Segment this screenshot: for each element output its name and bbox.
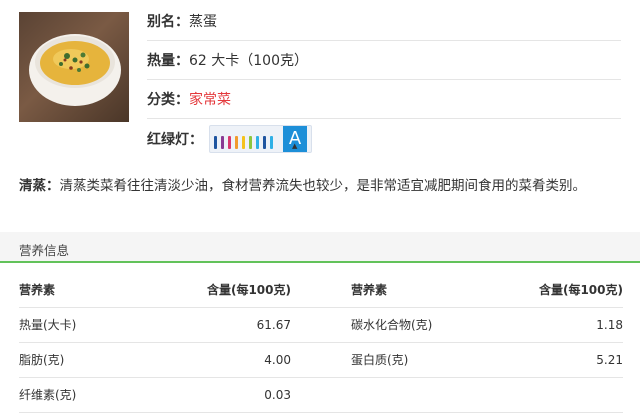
- nutrient-name: 热量(大卡): [19, 307, 159, 343]
- nutrient-name: 纤维素(克): [19, 377, 159, 413]
- traffic-light-row: 红绿灯： ▲ A: [147, 119, 621, 158]
- nutrition-table: 营养素 含量(每100克) 营养素 含量(每100克) 热量(大卡) 61.67…: [19, 272, 623, 413]
- nutrient-value: 61.67: [159, 307, 291, 343]
- table-row: 脂肪(克) 4.00 蛋白质(克) 5.21: [19, 342, 623, 378]
- level-pointer-icon: ▲: [292, 141, 298, 150]
- table-row: 热量(大卡) 61.67 碳水化合物(克) 1.18: [19, 307, 623, 343]
- alias-label: 别名：: [147, 14, 189, 30]
- column-header: 含量(每100克): [491, 272, 623, 308]
- food-photo: [19, 12, 129, 122]
- cooking-method-label: 清蒸：: [19, 178, 60, 194]
- nutrient-value: 1.18: [491, 307, 623, 343]
- traffic-light-bar: [263, 135, 266, 149]
- calorie-row: 热量： 62 大卡（100克）: [147, 41, 621, 80]
- traffic-light-bar: [256, 135, 259, 149]
- category-label: 分类：: [147, 92, 189, 108]
- nutrient-value: [491, 377, 623, 413]
- table-row: 纤维素(克) 0.03: [19, 377, 623, 413]
- traffic-light-bar: [228, 135, 231, 149]
- category-row: 分类： 家常菜: [147, 80, 621, 119]
- column-header: 营养素: [351, 272, 491, 308]
- traffic-light-bars: ▲: [214, 129, 297, 149]
- nutrition-section-header: 营养信息: [0, 232, 640, 263]
- steamed-egg-bowl-image: [29, 34, 121, 106]
- column-header: 含量(每100克): [159, 272, 291, 308]
- nutrient-value: 4.00: [159, 342, 291, 378]
- table-header-row: 营养素 含量(每100克) 营养素 含量(每100克): [19, 272, 623, 308]
- traffic-light-bar: [249, 135, 252, 149]
- traffic-light-bar: [214, 135, 217, 149]
- traffic-light-bar: [221, 135, 224, 149]
- nutrient-name: [351, 377, 491, 413]
- nutrient-value: 0.03: [159, 377, 291, 413]
- calorie-value: 62 大卡（100克）: [189, 53, 308, 69]
- nutrition-section-title: 营养信息: [19, 243, 70, 258]
- traffic-light-bar: [270, 135, 273, 149]
- traffic-light-indicator: ▲ A: [209, 124, 312, 153]
- cooking-method-description: 清蒸：清蒸类菜肴往往清淡少油，食材营养流失也较少，是非常适宜减肥期间食用的菜肴类…: [19, 178, 623, 195]
- nutrient-name: 碳水化合物(克): [351, 307, 491, 343]
- alias-row: 别名： 蒸蛋: [147, 2, 621, 41]
- nutrient-value: 5.21: [491, 342, 623, 378]
- cooking-method-text: 清蒸类菜肴往往清淡少油，食材营养流失也较少，是非常适宜减肥期间食用的菜肴类别。: [59, 178, 587, 194]
- column-header: 营养素: [19, 272, 159, 308]
- traffic-light-bar: [235, 135, 238, 149]
- traffic-light-label: 红绿灯：: [147, 131, 203, 148]
- traffic-light-bar: [242, 135, 245, 149]
- nutrient-name: 脂肪(克): [19, 342, 159, 378]
- food-info: 别名： 蒸蛋 热量： 62 大卡（100克） 分类： 家常菜 红绿灯： ▲ A: [147, 2, 621, 158]
- calorie-label: 热量：: [147, 53, 189, 69]
- category-link[interactable]: 家常菜: [189, 89, 231, 109]
- alias-value: 蒸蛋: [189, 14, 217, 30]
- nutrient-name: 蛋白质(克): [351, 342, 491, 378]
